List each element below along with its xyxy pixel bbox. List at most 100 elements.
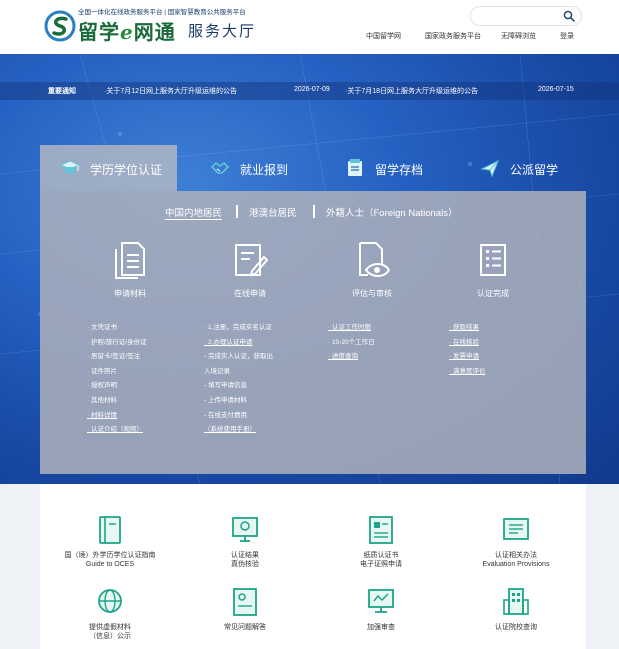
service-enhanced-review[interactable]: 加强审查 [316, 586, 446, 649]
logo-subtitle: 全国一体化在线政务服务平台 | 国家智慧教育公共服务平台 [78, 9, 246, 16]
list-item[interactable]: （系统使用手册） [204, 423, 324, 438]
verify-certificate-icon [232, 517, 258, 542]
service-label: 加强审查 [367, 624, 395, 631]
list-item[interactable]: · 获取结果 [449, 321, 569, 336]
list-item[interactable]: · 护照/旅行证/身份证 [87, 336, 207, 351]
checklist-icon [480, 244, 506, 276]
notice-date-1: 2026-07-09 [294, 86, 330, 93]
verification-panel: 中国内地居民 港澳台居民 外籍人士（Foreign Nationals） 申请材… [40, 191, 586, 474]
service-label-2: 电子证照申请 [360, 561, 402, 568]
list-item[interactable]: · 材料详情 [87, 409, 207, 424]
service-faq[interactable]: 常见问题解答 [180, 586, 310, 649]
nav-link-cscse[interactable]: 中国留学网 [366, 31, 401, 41]
notice-item-1[interactable]: ·关于7月12日网上服务大厅升级运维的公告 [104, 86, 237, 96]
service-oces-guide[interactable]: 国（境）外学历学位认证指南 Guide to OCES [45, 514, 175, 584]
service-label-2: 真伪核验 [231, 561, 259, 568]
list-item[interactable]: · 2.办理认证申请 [204, 336, 324, 351]
service-label: 认证院校查询 [495, 624, 537, 631]
notice-item-2[interactable]: ·关于7月18日网上服务大厅升级运维的公告 [345, 86, 478, 96]
service-paper-certificate[interactable]: 纸质认证书 电子证照申请 [316, 514, 446, 584]
service-label: 国（境）外学历学位认证指南 [64, 552, 156, 559]
graduation-cap-icon [60, 160, 80, 174]
list-item[interactable]: · 满意度评价 [449, 365, 569, 380]
guide-book-icon [99, 516, 121, 544]
list-item[interactable]: · 在线核验 [449, 336, 569, 351]
list-item: 入境记录 [204, 367, 230, 375]
service-label-en: Guide to OCES [85, 561, 135, 568]
tab-employment-report[interactable]: 就业报到 [190, 145, 310, 191]
step-application-materials[interactable]: 申请材料 [80, 241, 180, 309]
archive-icon [348, 159, 362, 176]
list-item[interactable]: · 其他材料 [87, 394, 207, 409]
airplane-icon [480, 159, 499, 178]
hero-section: 重要通知 ·关于7月12日网上服务大厅升级运维的公告 2026-07-09 ·关… [0, 54, 619, 484]
handshake-icon [211, 162, 229, 174]
online-application-list: · 1.注册，完成实名认证 · 2.办理认证申请 - 完成实人认证，获取出 入境… [204, 321, 324, 438]
subtab-mainland[interactable]: 中国内地居民 [165, 205, 223, 220]
list-item[interactable]: · 认证介绍（视频） [87, 423, 207, 438]
site-logo[interactable]: 全国一体化在线政务服务平台 | 国家智慧教育公共服务平台 留学e网通 服务大厅 [44, 4, 274, 50]
list-item[interactable]: · 授权声明 [87, 379, 207, 394]
service-label: 提供虚假材料 [89, 624, 131, 631]
list-item: · 10-20个工作日 [328, 338, 375, 346]
school-building-icon [503, 588, 529, 615]
step-evaluation-review[interactable]: 评估与审核 [322, 241, 422, 309]
step-label: 评估与审核 [352, 289, 392, 298]
list-item[interactable]: · 居留卡/签证/签注 [87, 350, 207, 365]
notice-bar: 重要通知 ·关于7月12日网上服务大厅升级运维的公告 2026-07-09 ·关… [0, 82, 619, 100]
search-box[interactable] [470, 6, 582, 26]
materials-list: · 文凭证书 · 护照/旅行证/身份证 · 居留卡/签证/签注 · 证件照片 ·… [87, 321, 207, 438]
step-label: 申请材料 [114, 289, 146, 298]
nav-link-login[interactable]: 登录 [560, 31, 574, 41]
list-item: - 在线支付费用 [204, 411, 247, 419]
list-item[interactable]: · 认证工作时限 [328, 321, 448, 336]
review-eye-icon [359, 242, 390, 277]
edit-form-icon [235, 244, 268, 277]
tab-label: 公派留学 [510, 163, 559, 177]
subtab-foreign-nationals[interactable]: 外籍人士（Foreign Nationals） [326, 205, 457, 219]
nav-link-accessibility[interactable]: 无障碍浏览 [501, 31, 536, 41]
service-label: 认证结果 [231, 552, 259, 559]
provisions-icon [503, 518, 529, 540]
subtab-divider [313, 205, 315, 218]
tab-label: 学历学位认证 [90, 163, 163, 177]
service-false-materials-notice[interactable]: 提供虚假材料 （信息）公示 [45, 586, 175, 649]
list-item[interactable]: · 证件照片 [87, 365, 207, 380]
search-input[interactable] [477, 9, 557, 23]
service-evaluation-provisions[interactable]: 认证相关办法 Evaluation Provisions [451, 514, 581, 584]
globe-notice-icon [98, 589, 122, 613]
tab-study-archive[interactable]: 留学存档 [325, 145, 445, 191]
service-school-lookup[interactable]: 认证院校查询 [451, 586, 581, 649]
list-item[interactable]: · 发票申请 [449, 350, 569, 365]
tab-label: 就业报到 [240, 163, 289, 177]
list-item: - 填写申请信息 [204, 382, 247, 390]
top-nav: 中国留学网 国家政务服务平台 无障碍浏览 登录 [0, 31, 619, 43]
service-tabs: 学历学位认证 就业报到 留学存档 公派留学 [40, 145, 586, 191]
subtab-hk-macao-taiwan[interactable]: 港澳台居民 [249, 205, 297, 219]
site-header: 全国一体化在线政务服务平台 | 国家智慧教育公共服务平台 留学e网通 服务大厅 … [0, 0, 619, 54]
list-item: - 上传申请材料 [204, 396, 247, 404]
step-verification-complete[interactable]: 认证完成 [443, 241, 543, 309]
review-monitor-icon [368, 589, 394, 613]
list-item[interactable]: · 进度查询 [328, 350, 448, 365]
step-online-application[interactable]: 在线申请 [200, 241, 300, 309]
tab-label: 留学存档 [375, 163, 424, 177]
paper-certificate-icon [369, 516, 393, 544]
tab-degree-verification[interactable]: 学历学位认证 [40, 145, 177, 191]
nav-link-gov-services[interactable]: 国家政务服务平台 [425, 31, 481, 41]
completion-list: · 获取结果 · 在线核验 · 发票申请 · 满意度评价 [449, 321, 569, 379]
service-label-en: Evaluation Provisions [482, 561, 550, 568]
search-icon[interactable] [563, 10, 575, 22]
services-grid: 国（境）外学历学位认证指南 Guide to OCES 认证结果 真伪核验 纸质… [40, 484, 586, 649]
step-label: 认证完成 [477, 289, 509, 298]
faq-icon [233, 588, 257, 616]
tab-government-sponsored[interactable]: 公派留学 [460, 145, 586, 191]
documents-icon [115, 242, 145, 279]
list-item[interactable]: · 文凭证书 [87, 321, 207, 336]
service-label: 认证相关办法 [495, 552, 537, 559]
notice-date-2: 2026-07-15 [538, 86, 574, 93]
service-label: 常见问题解答 [224, 624, 266, 631]
notice-label: 重要通知 [48, 88, 76, 95]
service-result-verification[interactable]: 认证结果 真伪核验 [180, 514, 310, 584]
step-label: 在线申请 [234, 289, 266, 298]
